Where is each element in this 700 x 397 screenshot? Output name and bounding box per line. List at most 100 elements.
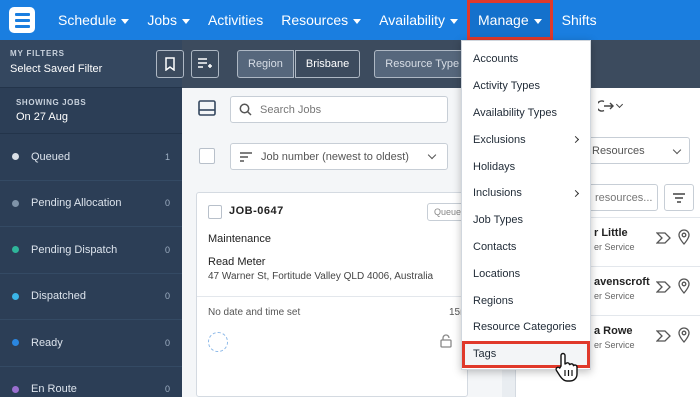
status-dot-icon bbox=[12, 292, 19, 300]
region-filter-label[interactable]: Region bbox=[237, 50, 294, 78]
lock-icon[interactable] bbox=[440, 334, 452, 353]
resource-sort-button[interactable] bbox=[664, 184, 694, 211]
showing-jobs-date: On 27 Aug bbox=[16, 111, 68, 123]
status-name: Ready bbox=[31, 336, 63, 349]
job-type: Maintenance bbox=[208, 233, 271, 245]
menu-item-regions[interactable]: Regions bbox=[462, 287, 590, 314]
status-count: 0 bbox=[164, 337, 170, 348]
saved-filter-select[interactable]: Select Saved Filter bbox=[10, 62, 172, 75]
menu-label: Accounts bbox=[473, 53, 519, 66]
status-dot-icon bbox=[12, 385, 19, 393]
nav-resources[interactable]: Resources bbox=[272, 0, 370, 40]
menu-item-resource-categories[interactable]: Resource Categories bbox=[462, 314, 590, 341]
my-filters-label: MY FILTERS bbox=[10, 49, 65, 58]
status-name: Queued bbox=[31, 150, 71, 163]
status-pending-allocation[interactable]: Pending Allocation 0 bbox=[0, 181, 182, 227]
job-card[interactable]: JOB-0647 Queue Maintenance Read Meter 47… bbox=[196, 192, 471, 397]
manage-dropdown-menu: Accounts Activity Types Availability Typ… bbox=[461, 40, 591, 370]
chevron-down-icon bbox=[672, 145, 682, 155]
status-pending-dispatch[interactable]: Pending Dispatch 0 bbox=[0, 227, 182, 274]
chevron-right-icon bbox=[571, 189, 580, 197]
menu-item-exclusions[interactable]: Exclusions bbox=[462, 126, 590, 153]
status-dispatched[interactable]: Dispatched 0 bbox=[0, 274, 182, 320]
status-name: Pending Allocation bbox=[31, 197, 122, 210]
menu-label: Contacts bbox=[473, 240, 517, 253]
resource-category: er Service bbox=[594, 340, 635, 350]
resource-name: r Little bbox=[594, 227, 628, 239]
status-queued[interactable]: Queued 1 bbox=[0, 134, 182, 181]
location-pin-icon[interactable] bbox=[678, 278, 690, 294]
showing-jobs-header: SHOWING JOBS On 27 Aug bbox=[0, 88, 182, 134]
job-id[interactable]: JOB-0647 bbox=[229, 205, 284, 217]
location-pin-icon[interactable] bbox=[678, 327, 690, 343]
resource-category: er Service bbox=[594, 242, 635, 252]
menu-label: Tags bbox=[473, 348, 497, 361]
menu-label: Availability Types bbox=[473, 106, 557, 119]
menu-item-job-types[interactable]: Job Types bbox=[462, 207, 590, 234]
caret-down-icon bbox=[533, 18, 542, 24]
menu-label: Regions bbox=[473, 294, 514, 307]
status-sidebar: MY FILTERS Select Saved Filter SHOWING J… bbox=[0, 40, 182, 397]
dispatch-icon[interactable] bbox=[656, 281, 672, 293]
search-jobs-input[interactable]: Search Jobs bbox=[230, 96, 448, 123]
job-select-checkbox[interactable] bbox=[208, 205, 222, 219]
resource-type-label: Resource Type bbox=[385, 58, 460, 70]
select-all-checkbox[interactable] bbox=[199, 148, 215, 164]
view-toggle-button[interactable] bbox=[198, 100, 216, 121]
my-filters[interactable]: MY FILTERS Select Saved Filter bbox=[0, 40, 182, 88]
caret-down-icon bbox=[353, 18, 362, 24]
job-time: No date and time set bbox=[208, 307, 301, 318]
lock-icon-svg bbox=[440, 334, 452, 348]
menu-item-holidays[interactable]: Holidays bbox=[462, 153, 590, 180]
nav-label: Activities bbox=[207, 12, 264, 28]
nav-activities[interactable]: Activities bbox=[199, 0, 272, 40]
resource-filter-select[interactable]: Resources bbox=[586, 137, 690, 164]
menu-item-accounts[interactable]: Accounts bbox=[462, 46, 590, 73]
nav-availability[interactable]: Availability bbox=[370, 0, 467, 40]
status-dot-icon bbox=[12, 246, 19, 254]
menu-item-inclusions[interactable]: Inclusions bbox=[462, 180, 590, 207]
menu-label: Resource Categories bbox=[473, 321, 577, 334]
nav-label: Schedule bbox=[58, 12, 117, 28]
status-count: 0 bbox=[164, 244, 170, 255]
menu-label: Holidays bbox=[473, 160, 516, 173]
assign-resource-avatar[interactable] bbox=[208, 332, 228, 352]
app-logo-icon[interactable] bbox=[9, 7, 35, 33]
status-en-route[interactable]: En Route 0 bbox=[0, 367, 182, 397]
resource-export-button[interactable] bbox=[598, 99, 624, 113]
menu-item-locations[interactable]: Locations bbox=[462, 260, 590, 287]
region-filter-value[interactable]: Brisbane bbox=[294, 50, 361, 78]
status-count: 0 bbox=[164, 198, 170, 209]
menu-item-contacts[interactable]: Contacts bbox=[462, 234, 590, 261]
hand-cursor-icon bbox=[555, 352, 578, 382]
sort-icon bbox=[240, 151, 252, 162]
status-count: 0 bbox=[164, 384, 170, 395]
nav-label: Manage bbox=[478, 12, 529, 28]
menu-item-activity-types[interactable]: Activity Types bbox=[462, 73, 590, 100]
resource-search-input[interactable]: resources... bbox=[586, 184, 658, 211]
nav-label: Jobs bbox=[147, 12, 177, 28]
nav-schedule[interactable]: Schedule bbox=[49, 0, 138, 40]
status-name: En Route bbox=[31, 383, 77, 396]
location-pin-icon[interactable] bbox=[678, 229, 690, 245]
nav-jobs[interactable]: Jobs bbox=[138, 0, 199, 40]
dispatch-icon[interactable] bbox=[656, 232, 672, 244]
menu-label: Activity Types bbox=[473, 80, 541, 93]
nav-manage[interactable]: Manage bbox=[467, 0, 553, 40]
resource-name: avenscroft bbox=[594, 276, 650, 288]
nav-label: Shifts bbox=[561, 12, 597, 28]
search-icon bbox=[239, 103, 252, 116]
status-ready[interactable]: Ready 0 bbox=[0, 320, 182, 367]
resource-search-placeholder: resources... bbox=[595, 192, 653, 204]
nav-shifts[interactable]: Shifts bbox=[553, 0, 606, 40]
sort-select[interactable]: Job number (newest to oldest) bbox=[230, 143, 448, 170]
bookmark-button[interactable] bbox=[156, 50, 184, 78]
add-filter-button[interactable] bbox=[191, 50, 219, 78]
resource-category: er Service bbox=[594, 291, 635, 301]
menu-item-availability-types[interactable]: Availability Types bbox=[462, 100, 590, 127]
sort-label: Job number (newest to oldest) bbox=[261, 150, 409, 163]
status-dot-icon bbox=[12, 153, 19, 161]
status-count: 1 bbox=[164, 151, 170, 162]
dispatch-icon[interactable] bbox=[656, 330, 672, 342]
status-dot-icon bbox=[12, 199, 19, 207]
